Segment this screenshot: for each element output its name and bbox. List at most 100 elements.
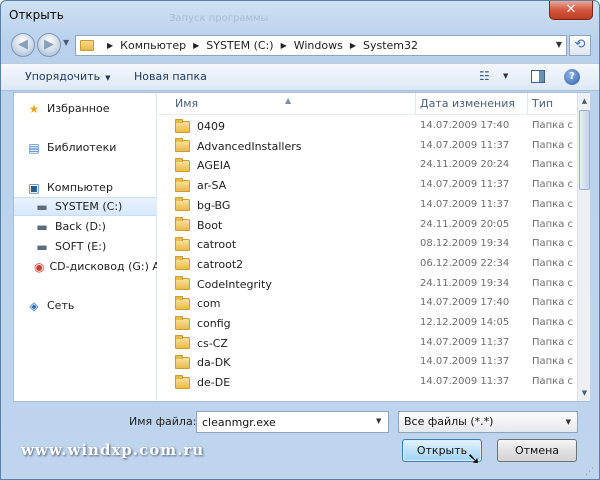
breadcrumb-system-drive[interactable]: SYSTEM (C:) <box>206 39 273 52</box>
folder-icon <box>175 118 190 133</box>
file-name-cell: CodeIntegrity <box>175 276 272 291</box>
new-folder-button[interactable]: Новая папка <box>134 70 207 83</box>
date-modified-cell: 24.11.2009 20:24 <box>420 159 510 171</box>
folder-icon <box>175 138 190 153</box>
breadcrumb-separator-icon[interactable]: ▶ <box>281 41 287 50</box>
title-bar[interactable]: Открыть Запуск программы ✕ <box>1 1 599 29</box>
preview-pane-icon[interactable] <box>531 70 545 83</box>
resize-grip-icon[interactable]: ⋰ <box>585 467 594 477</box>
table-row[interactable]: catroot 08.12.2009 19:34 Папка с ф <box>158 235 576 255</box>
sort-ascending-icon: ▲ <box>285 96 292 105</box>
breadcrumb-computer[interactable]: Компьютер <box>120 39 186 52</box>
mouse-cursor-icon: ➘ <box>467 449 481 468</box>
filename-input[interactable] <box>196 411 389 433</box>
file-name-cell: bg-BG <box>175 197 230 212</box>
nav-item-label: SYSTEM (C:) <box>55 200 123 213</box>
table-row[interactable]: catroot2 06.12.2009 22:34 Папка с ф <box>158 255 576 275</box>
file-name-text: da-DK <box>197 356 231 370</box>
breadcrumb-separator-icon[interactable]: ▶ <box>350 41 356 50</box>
file-name-cell: com <box>175 295 221 310</box>
file-name-cell: AdvancedInstallers <box>175 138 301 153</box>
folder-icon <box>175 256 190 271</box>
nav-item-cd-drive[interactable]: ◉ CD-дисковод (G:) A <box>14 257 157 276</box>
type-cell: Папка с ф <box>532 159 576 171</box>
organize-button[interactable]: Упорядочить ▼ <box>25 70 111 83</box>
window-title: Открыть <box>9 8 64 22</box>
file-name-text: Boot <box>197 218 223 232</box>
forward-button[interactable]: ▶ <box>37 33 61 57</box>
date-modified-cell: 24.11.2009 19:34 <box>420 277 510 289</box>
view-options-chevron-icon[interactable]: ▼ <box>503 72 508 80</box>
nav-item-label: CD-дисковод (G:) A <box>49 260 157 273</box>
date-modified-cell: 06.12.2009 22:34 <box>420 257 510 269</box>
close-button[interactable]: ✕ <box>549 1 593 20</box>
library-icon: ▤ <box>28 140 40 155</box>
nav-item-libraries[interactable]: ▤ Библиотеки <box>14 138 157 157</box>
table-row[interactable]: Boot 24.11.2009 20:05 Папка с ф <box>158 216 576 236</box>
nav-item-label: Сеть <box>47 299 75 312</box>
filename-history-chevron-icon[interactable]: ▼ <box>376 417 381 425</box>
table-row[interactable]: AdvancedInstallers 14.07.2009 11:37 Папка … <box>158 137 576 157</box>
table-row[interactable]: CodeIntegrity 24.11.2009 19:34 Папка с ф <box>158 275 576 295</box>
breadcrumb-separator-icon[interactable]: ▶ <box>107 41 113 50</box>
cancel-button[interactable]: Отмена <box>497 439 577 462</box>
breadcrumb-system32[interactable]: System32 <box>363 39 418 52</box>
folder-icon <box>175 374 190 389</box>
network-icon: ◈ <box>29 298 39 313</box>
type-cell: Папка с ф <box>532 218 576 230</box>
table-row[interactable]: config 12.12.2009 14:05 Папка с ф <box>158 314 576 334</box>
table-row[interactable]: ar-SA 14.07.2009 11:37 Папка с ф <box>158 176 576 196</box>
type-cell: Папка с ф <box>532 376 576 388</box>
nav-item-favorites[interactable]: ★ Избранное <box>14 99 157 118</box>
column-header-date[interactable]: Дата изменения <box>416 93 528 115</box>
breadcrumb-windows[interactable]: Windows <box>294 39 343 52</box>
vertical-scrollbar[interactable]: ▲ ▼ <box>577 93 590 401</box>
nav-item-system-drive[interactable]: ▬ SYSTEM (C:) <box>14 197 157 216</box>
change-view-icon[interactable]: ☷ <box>479 69 490 83</box>
scroll-thumb[interactable] <box>579 110 590 190</box>
folder-icon <box>80 40 94 51</box>
table-row[interactable]: da-DK 14.07.2009 11:37 Папка с ф <box>158 353 576 373</box>
folder-icon <box>175 236 190 251</box>
nav-item-soft-drive[interactable]: ▬ SOFT (E:) <box>14 237 157 256</box>
folder-icon <box>175 177 190 192</box>
table-row[interactable]: de-DE 14.07.2009 11:37 Папка с ф <box>158 373 576 393</box>
date-modified-cell: 14.07.2009 17:40 <box>420 120 510 131</box>
date-modified-cell: 14.07.2009 11:37 <box>420 336 510 348</box>
folder-icon <box>175 354 190 369</box>
address-dropdown-icon[interactable]: ▼ <box>556 40 562 49</box>
nav-item-computer[interactable]: ▣ Компьютер <box>14 178 157 197</box>
file-type-filter[interactable]: Все файлы (*.*) ▼ <box>398 411 578 433</box>
background-window-title: Запуск программы <box>169 13 269 24</box>
refresh-button[interactable]: ⟲ <box>569 35 591 56</box>
file-name-cell: AGEIA <box>175 157 231 172</box>
recent-locations-chevron-icon[interactable]: ▼ <box>63 38 69 47</box>
file-name-cell: cs-CZ <box>175 335 228 350</box>
file-name-cell: de-DE <box>175 374 230 389</box>
type-cell: Папка с ф <box>532 297 576 309</box>
breadcrumb-separator-icon[interactable]: ▶ <box>193 41 199 50</box>
column-header-type[interactable]: Тип <box>528 93 576 115</box>
back-button[interactable]: ◀ <box>11 33 35 57</box>
file-name-cell: ar-SA <box>175 177 226 192</box>
table-row[interactable]: AGEIA 24.11.2009 20:24 Папка с ф <box>158 156 576 176</box>
nav-item-network[interactable]: ◈ Сеть <box>14 296 157 315</box>
scroll-up-icon[interactable]: ▲ <box>578 93 591 109</box>
table-row[interactable]: com 14.07.2009 17:40 Папка с ф <box>158 294 576 314</box>
scroll-down-icon[interactable]: ▼ <box>578 385 591 401</box>
column-header-name[interactable]: Имя ▲ <box>158 93 416 115</box>
file-name-cell: catroot <box>175 236 236 251</box>
nav-item-back-drive[interactable]: ▬ Back (D:) <box>14 217 157 236</box>
table-row[interactable]: cs-CZ 14.07.2009 11:37 Папка с ф <box>158 334 576 354</box>
table-row[interactable]: 0409 14.07.2009 17:40 Папка с ф <box>158 117 576 137</box>
computer-icon: ▣ <box>28 180 40 195</box>
chevron-down-icon: ▼ <box>565 418 571 426</box>
date-modified-cell: 14.07.2009 11:37 <box>420 198 510 210</box>
help-button[interactable]: ? <box>564 69 580 85</box>
folder-icon <box>175 295 190 310</box>
type-cell: Папка с ф <box>532 277 576 289</box>
address-bar[interactable]: ▶ Компьютер ▶ SYSTEM (C:) ▶ Windows ▶ Sy… <box>75 35 567 56</box>
nav-item-label: Библиотеки <box>47 141 117 154</box>
table-row[interactable]: bg-BG 14.07.2009 11:37 Папка с ф <box>158 196 576 216</box>
file-name-text: 0409 <box>197 120 225 133</box>
